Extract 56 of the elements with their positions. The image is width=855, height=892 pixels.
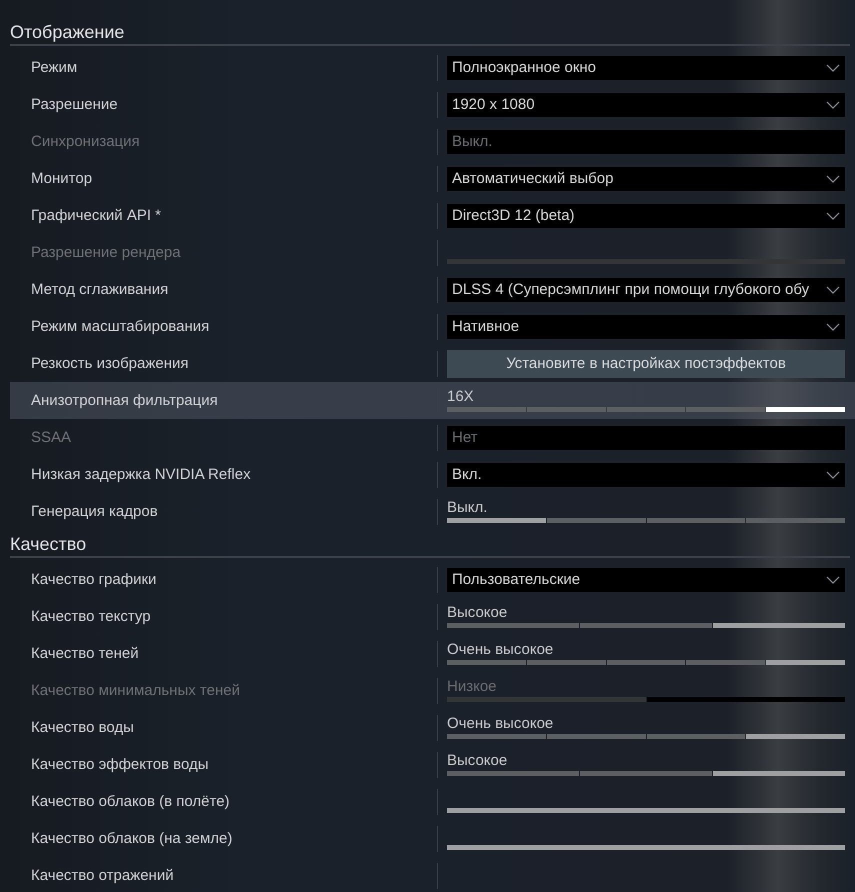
slider-value: Очень высокое [447,714,554,732]
section-title: Отображение [10,21,124,44]
slider-track[interactable] [447,406,845,412]
setting-label: Качество облаков (на земле) [30,830,234,847]
setting-label: Метод сглаживания [30,281,170,298]
slider-track[interactable] [447,770,845,776]
dropdown[interactable]: Полноэкранное окно [447,56,845,80]
setting-label: Низкая задержка NVIDIA Reflex [30,466,252,483]
setting-label: Разрешение рендера [30,244,182,261]
setting-label: SSAA [30,429,72,446]
setting-label: Синхронизация [30,133,141,150]
slider-value: Высокое [447,752,508,768]
chevron-down-icon [826,174,840,182]
slider-track[interactable] [447,622,845,628]
slider-track[interactable] [447,808,845,812]
chevron-down-icon [826,100,840,108]
section-title: Качество [10,533,86,556]
chevron-down-icon [826,576,840,584]
setting-label: Режим масштабирования [30,318,210,335]
chevron-down-icon [826,470,840,478]
chevron-down-icon [826,322,840,330]
slider-value: Высокое [447,604,508,620]
dropdown[interactable]: Вкл. [447,462,845,486]
setting-label: Разрешение [30,96,119,113]
setting-label: Качество воды [30,719,135,736]
chevron-down-icon [826,286,840,294]
setting-label: Качество облаков (в полёте) [30,793,231,810]
setting-label: Качество теней [30,645,140,662]
dropdown[interactable]: Direct3D 12 (beta) [447,204,845,228]
setting-label: Режим [30,59,78,76]
chevron-down-icon [826,212,840,220]
dropdown[interactable]: Пользовательские [447,568,845,592]
setting-label: Качество отражений [30,867,175,884]
setting-label: Качество текстур [30,608,152,625]
setting-label: Генерация кадров [30,503,159,520]
setting-label: Графический API * [30,207,162,224]
dropdown[interactable]: Нативное [447,314,845,338]
chevron-down-icon [826,64,840,72]
dropdown[interactable]: Автоматический выбор [447,166,845,190]
slider-track[interactable] [447,844,845,850]
setting-label: Монитор [30,170,94,187]
slider-track[interactable] [447,734,845,738]
setting-label: Качество графики [30,571,158,588]
slider-value: Выкл. [447,498,488,516]
slider-value: Низкое [447,678,498,694]
setting-label: Качество эффектов воды [30,756,210,773]
settings-button[interactable]: Установите в настройках постэффектов [447,350,845,378]
dropdown[interactable]: DLSS 4 (Суперсэмплинг при помощи глубокого обу [447,278,845,302]
slider-value: Очень высокое [447,640,554,658]
dropdown[interactable]: 1920 x 1080 [447,92,845,116]
slider-value: 16X [447,388,475,404]
slider-track[interactable] [447,518,845,522]
slider-track[interactable] [447,660,845,664]
setting-label: Резкость изображения [30,355,190,372]
setting-label: Качество минимальных теней [30,682,241,699]
setting-label: Анизотропная фильтрация [30,392,219,409]
